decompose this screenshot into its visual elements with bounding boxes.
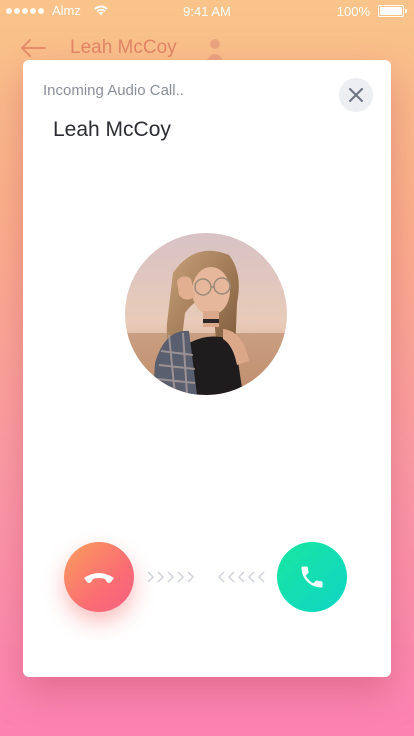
chevron-right-icon — [147, 571, 195, 583]
status-bar: Almz 9:41 AM 100% — [0, 0, 414, 22]
decline-call-button[interactable] — [64, 542, 134, 612]
swipe-hint-right — [147, 568, 199, 586]
header-avatar-icon — [207, 39, 223, 60]
caller-name: Leah McCoy — [53, 118, 171, 141]
phone-icon — [301, 566, 323, 588]
battery-icon — [378, 5, 407, 17]
chevron-left-icon — [218, 571, 265, 583]
background-header-title: Leah McCoy — [70, 37, 177, 58]
back-arrow-icon[interactable] — [20, 38, 46, 58]
call-status-text: Incoming Audio Call.. — [43, 82, 184, 99]
battery-percentage: 100% — [336, 4, 370, 19]
incoming-call-modal: Incoming Audio Call.. Leah McCoy — [23, 60, 391, 677]
close-icon — [349, 88, 363, 102]
caller-avatar — [125, 233, 287, 395]
swipe-hint-left — [218, 568, 270, 586]
accept-call-button[interactable] — [277, 542, 347, 612]
close-button[interactable] — [339, 78, 373, 112]
phone-hangup-icon — [84, 573, 114, 583]
